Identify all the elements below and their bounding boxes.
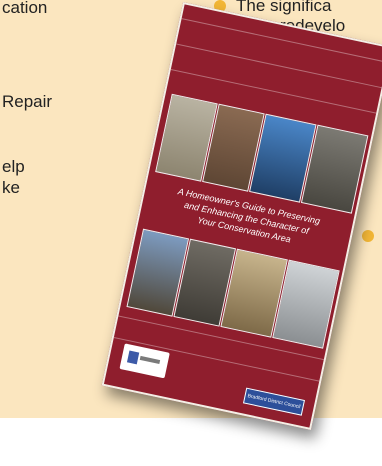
right-text-1: The significa [236, 0, 332, 15]
council-badge: Bradford District Council [242, 387, 305, 416]
cover-line [176, 43, 382, 89]
left-text-1: cation [2, 0, 48, 17]
logo-wordmark [139, 355, 161, 365]
bullet-icon [362, 230, 374, 242]
logo-mark [126, 350, 140, 365]
left-text-4: ke [2, 178, 20, 197]
council-logo-icon [119, 343, 170, 379]
left-text-2: Repair [2, 92, 53, 111]
left-text-3: elp [2, 157, 25, 176]
